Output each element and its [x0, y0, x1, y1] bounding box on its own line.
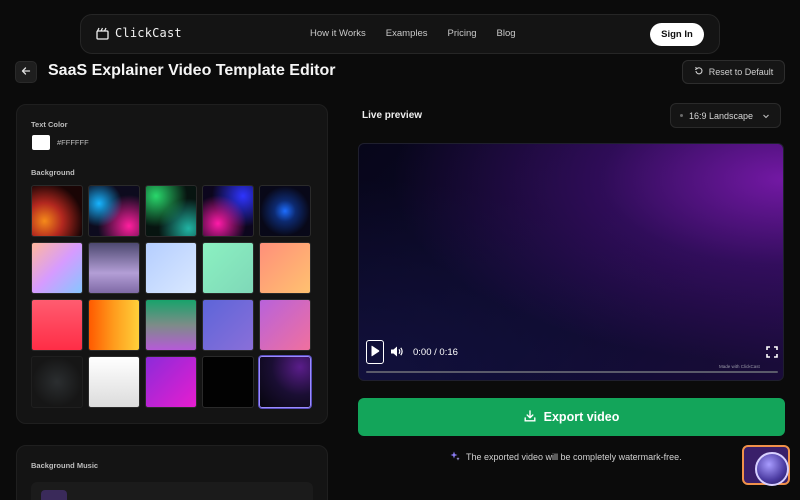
play-icon [370, 345, 380, 360]
reset-icon [694, 66, 704, 78]
time-readout: 0:00 / 0:16 [413, 347, 458, 358]
background-swatch[interactable] [145, 242, 197, 294]
download-icon [524, 409, 536, 425]
background-swatch[interactable] [202, 242, 254, 294]
watermark-free-text: The exported video will be completely wa… [466, 452, 682, 462]
logo[interactable]: ClickCast [96, 26, 182, 40]
fullscreen-icon[interactable] [766, 345, 778, 363]
background-swatch[interactable] [202, 185, 254, 237]
background-label: Background [31, 168, 75, 177]
export-video-label: Export video [543, 410, 620, 424]
chevron-down-icon [762, 112, 770, 122]
text-color-label: Text Color [31, 120, 68, 129]
watermark-free-note: The exported video will be completely wa… [450, 451, 682, 463]
background-swatch[interactable] [88, 185, 140, 237]
background-swatch[interactable] [145, 356, 197, 408]
background-swatch[interactable] [259, 185, 311, 237]
page-title: SaaS Explainer Video Template Editor [48, 62, 336, 79]
sparkle-icon [450, 451, 460, 463]
aspect-ratio-value: 16:9 Landscape [689, 110, 754, 121]
top-navbar: ClickCast How it Works Examples Pricing … [80, 14, 720, 54]
music-icon [41, 490, 67, 500]
live-preview-label: Live preview [362, 110, 423, 121]
text-color-value[interactable]: #FFFFFF [57, 138, 89, 147]
video-progress-bar[interactable] [366, 371, 778, 373]
background-swatch[interactable] [31, 299, 83, 351]
export-video-button[interactable]: Export video [358, 398, 785, 436]
background-swatch[interactable] [259, 242, 311, 294]
music-track-row[interactable] [31, 482, 313, 500]
sign-in-button[interactable]: Sign In [650, 23, 704, 46]
background-swatch[interactable] [31, 356, 83, 408]
background-grid [31, 185, 311, 408]
background-swatch[interactable] [202, 356, 254, 408]
arrow-left-icon [21, 63, 31, 81]
back-button[interactable] [15, 61, 37, 83]
video-preview[interactable]: 0:00 / 0:16 Made with ClickCast [358, 143, 784, 381]
nav-links: How it Works Examples Pricing Blog [310, 28, 516, 39]
chat-assistant-avatar-icon[interactable] [755, 452, 789, 486]
background-swatch[interactable] [145, 299, 197, 351]
background-swatch[interactable] [31, 185, 83, 237]
logo-text: ClickCast [115, 26, 182, 40]
background-swatch[interactable] [31, 242, 83, 294]
aspect-ratio-select[interactable]: 16:9 Landscape [670, 103, 781, 128]
clapperboard-icon [96, 27, 109, 40]
background-swatch[interactable] [88, 242, 140, 294]
background-swatch[interactable] [202, 299, 254, 351]
video-watermark: Made with ClickCast [719, 364, 760, 369]
play-button[interactable] [366, 340, 384, 364]
nav-blog[interactable]: Blog [497, 28, 516, 39]
text-color-swatch[interactable] [32, 135, 50, 150]
background-music-label: Background Music [31, 461, 99, 470]
nav-how-it-works[interactable]: How it Works [310, 28, 366, 39]
background-swatch[interactable] [88, 356, 140, 408]
reset-to-default-button[interactable]: Reset to Default [682, 60, 785, 84]
volume-icon[interactable] [390, 345, 404, 363]
aspect-dot-icon [680, 114, 683, 117]
reset-label: Reset to Default [708, 67, 774, 77]
background-swatch-selected[interactable] [259, 356, 311, 408]
background-swatch[interactable] [88, 299, 140, 351]
background-swatch[interactable] [259, 299, 311, 351]
background-music-panel: Background Music [16, 445, 328, 500]
background-swatch[interactable] [145, 185, 197, 237]
nav-pricing[interactable]: Pricing [448, 28, 477, 39]
nav-examples[interactable]: Examples [386, 28, 428, 39]
style-panel: Text Color #FFFFFF Background [16, 104, 328, 424]
